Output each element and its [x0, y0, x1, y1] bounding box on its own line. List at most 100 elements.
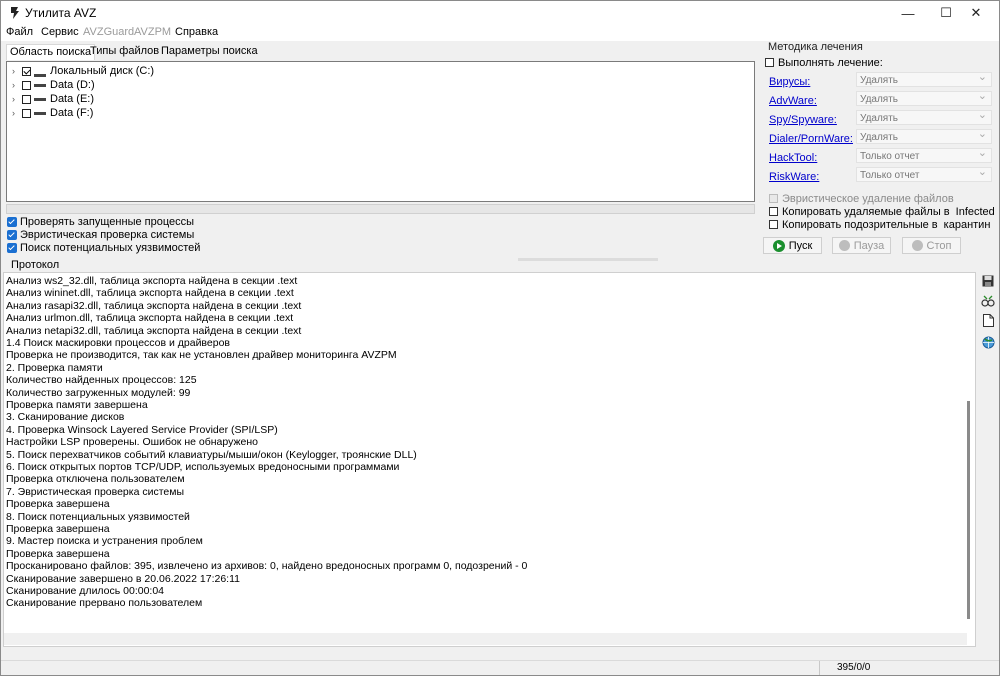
threat-dialer-link[interactable]: Dialer/PornWare:: [769, 133, 853, 145]
menu-file[interactable]: Файл: [6, 26, 33, 38]
log-line: Сканирование длилось 00:00:04: [6, 585, 165, 597]
log-line: 8. Поиск потенциальных уязвимостей: [6, 510, 190, 523]
treatment-group-title: Методика лечения: [768, 41, 863, 53]
copy-deleted-checkbox[interactable]: [769, 207, 778, 216]
globe-icon[interactable]: [980, 334, 996, 350]
drive-c-checkbox[interactable]: [22, 66, 31, 76]
start-button[interactable]: Пуск: [763, 237, 822, 254]
tree-item-drive-e[interactable]: › Data (E:): [12, 92, 94, 106]
advware-action-select[interactable]: Удалять: [856, 89, 992, 106]
heuristic-delete-label: Эвристическое удаление файлов: [782, 192, 954, 205]
perform-treatment-option[interactable]: Выполнять лечение:: [765, 56, 883, 69]
spyware-action-select[interactable]: Удалять: [856, 108, 992, 125]
perform-treatment-checkbox[interactable]: [765, 58, 774, 67]
threat-spyware-link[interactable]: Spy/Spyware:: [769, 114, 837, 126]
log-line: Анализ urlmon.dll, таблица экспорта найд…: [6, 312, 294, 325]
pause-label: Пауза: [853, 239, 885, 252]
log-line: 4. Проверка Winsock Layered Service Prov…: [6, 423, 278, 436]
hacktool-action-select[interactable]: Только отчет: [856, 146, 992, 163]
pause-button[interactable]: Пауза: [832, 237, 891, 254]
threat-viruses-link[interactable]: Вирусы:: [769, 76, 810, 88]
log-line: 2. Проверка памяти: [6, 361, 103, 374]
scan-counts: 395/0/0: [837, 662, 871, 673]
log-vertical-scrollbar[interactable]: [967, 401, 970, 619]
viruses-action-select[interactable]: Удалять: [856, 70, 992, 87]
menu-avzpm[interactable]: AVZPM: [134, 26, 171, 38]
drive-label: Локальный диск (C:): [50, 65, 155, 77]
threat-hacktool-link[interactable]: HackTool:: [769, 152, 817, 164]
heuristic-delete-checkbox[interactable]: [769, 194, 778, 203]
system-drive-icon: [34, 65, 46, 77]
document-icon[interactable]: [980, 312, 996, 328]
copy-suspicious-option[interactable]: Копировать подозрительные в карантин: [769, 218, 990, 231]
drive-tree: › Локальный диск (C:) › Data (D:) › Data…: [6, 61, 755, 202]
option-check-processes[interactable]: Проверять запущенные процессы: [7, 215, 194, 228]
avz-app-icon: [11, 7, 19, 19]
checkbox-checked[interactable]: [7, 216, 17, 227]
log-line: Проверка завершена: [6, 498, 110, 511]
drive-f-checkbox[interactable]: [22, 108, 31, 118]
log-line: Проверка не производится, так как не уст…: [6, 349, 397, 362]
chevron-right-icon[interactable]: ›: [12, 108, 22, 118]
log-line: 6. Поиск открытых портов TCP/UDP, исполь…: [6, 461, 400, 473]
log-line: 7. Эвристическая проверка системы: [6, 485, 185, 498]
option-label: Поиск потенциальных уязвимостей: [20, 241, 201, 254]
heuristic-delete-option[interactable]: Эвристическое удаление файлов: [769, 192, 954, 205]
menu-help[interactable]: Справка: [175, 26, 218, 38]
log-line: Количество загруженных модулей: 99: [6, 386, 191, 399]
drive-icon: [34, 111, 46, 115]
tree-horizontal-scrollbar[interactable]: [6, 204, 755, 214]
tab-search-area[interactable]: Область поиска: [6, 44, 96, 60]
log-line: Проверка завершена: [6, 547, 110, 560]
option-heuristic-check[interactable]: Эвристическая проверка системы: [7, 228, 194, 241]
menu-service[interactable]: Сервис: [41, 26, 79, 38]
log-horizontal-scrollbar[interactable]: [4, 633, 967, 645]
drive-label: Data (E:): [50, 93, 95, 105]
protocol-log[interactable]: Анализ ws2_32.dll, таблица экспорта найд…: [3, 272, 976, 647]
tab-file-types[interactable]: Типы файлов: [87, 44, 162, 59]
drive-icon: [34, 97, 46, 101]
tree-item-drive-c[interactable]: › Локальный диск (C:): [12, 64, 154, 78]
status-separator: [819, 661, 820, 675]
copy-deleted-destination: Infected: [955, 205, 995, 218]
checkbox-checked[interactable]: [7, 229, 17, 240]
drive-d-checkbox[interactable]: [22, 80, 31, 90]
tab-search-params[interactable]: Параметры поиска: [158, 44, 261, 59]
dialer-action-select[interactable]: Удалять: [856, 127, 992, 144]
chevron-right-icon[interactable]: ›: [12, 66, 22, 76]
log-line: Настройки LSP проверены. Ошибок не обнар…: [6, 436, 258, 449]
close-button[interactable]: ✕: [953, 1, 999, 25]
titlebar: Утилита AVZ — ☐ ✕: [1, 1, 999, 25]
copy-suspicious-checkbox[interactable]: [769, 220, 778, 229]
log-line: Количество найденных процессов: 125: [6, 374, 197, 387]
log-line: 3. Сканирование дисков: [6, 411, 125, 424]
threat-advware-link[interactable]: AdvWare:: [769, 95, 817, 107]
drive-e-checkbox[interactable]: [22, 94, 31, 104]
drive-label: Data (D:): [50, 79, 95, 91]
option-vulnerability-search[interactable]: Поиск потенциальных уязвимостей: [7, 241, 200, 254]
menu-bar: Файл Сервис AVZGuard AVZPM Справка: [1, 25, 999, 41]
tree-item-drive-d[interactable]: › Data (D:): [12, 78, 95, 92]
log-line: Анализ rasapi32.dll, таблица экспорта на…: [6, 299, 302, 312]
riskware-action-select[interactable]: Только отчет: [856, 165, 992, 182]
log-line: Проверка отключена пользователем: [6, 473, 185, 486]
glasses-icon[interactable]: [980, 293, 996, 309]
log-line: Сканирование прервано пользователем: [6, 597, 203, 610]
chevron-right-icon[interactable]: ›: [12, 80, 22, 90]
perform-treatment-label: Выполнять лечение:: [778, 56, 883, 69]
chevron-right-icon[interactable]: ›: [12, 94, 22, 104]
stop-icon: [911, 240, 923, 251]
threat-riskware-link[interactable]: RiskWare:: [769, 171, 819, 183]
copy-deleted-option[interactable]: Копировать удаляемые файлы в Infected: [769, 205, 995, 218]
splitter-grip[interactable]: [518, 258, 658, 261]
copy-suspicious-label: Копировать подозрительные в: [782, 218, 938, 231]
save-icon[interactable]: [980, 273, 996, 289]
tree-item-drive-f[interactable]: › Data (F:): [12, 106, 93, 120]
menu-avzguard[interactable]: AVZGuard: [83, 26, 134, 38]
log-line: Анализ wininet.dll, таблица экспорта най…: [6, 287, 294, 300]
log-line: 9. Мастер поиска и устранения проблем: [6, 535, 203, 548]
checkbox-checked[interactable]: [7, 242, 17, 253]
start-label: Пуск: [788, 239, 813, 252]
log-line: Сканирование завершено в 20.06.2022 17:2…: [6, 572, 240, 585]
stop-button[interactable]: Стоп: [902, 237, 961, 254]
